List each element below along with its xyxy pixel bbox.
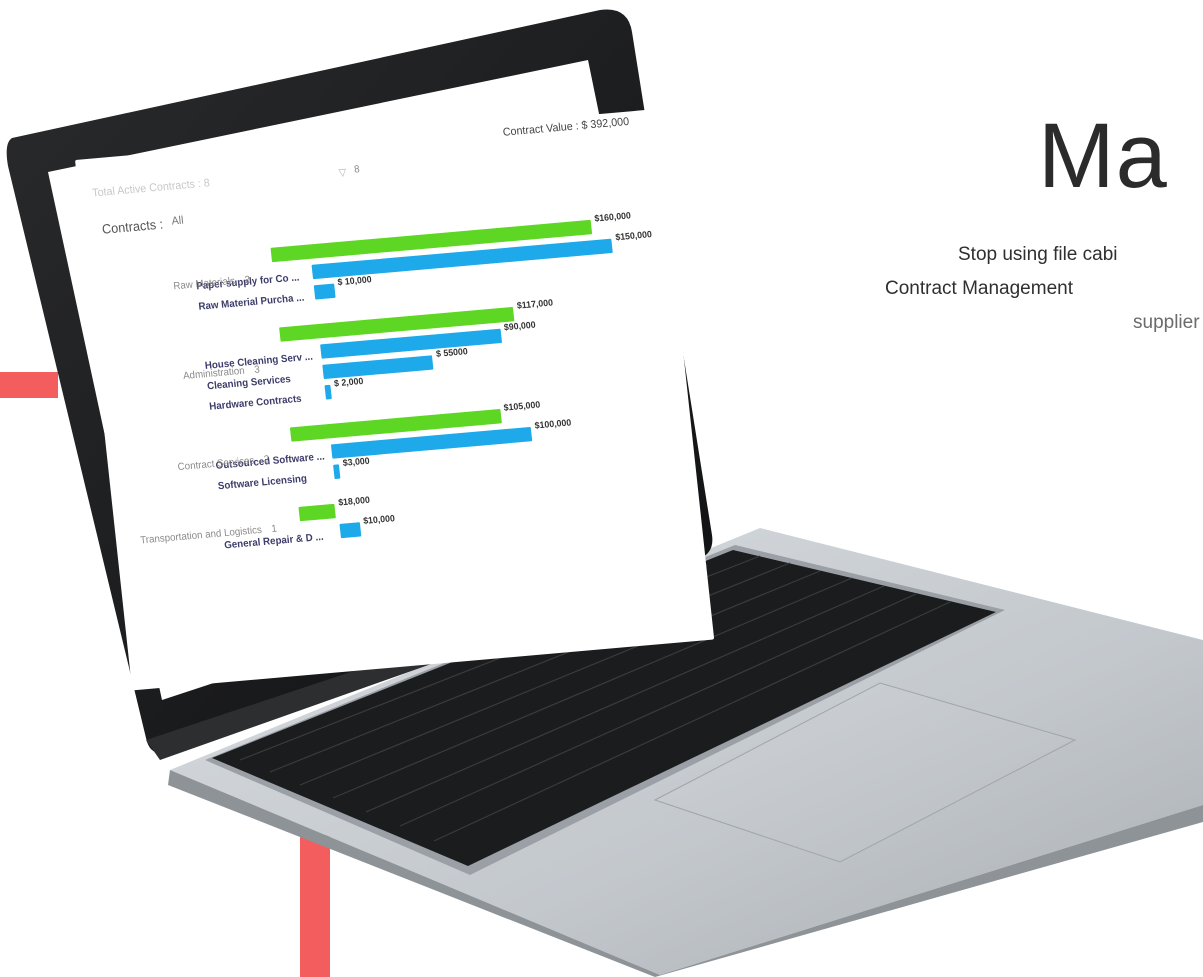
filter-count: 8 [353, 163, 361, 176]
item-bar [333, 464, 341, 480]
category-bar [298, 503, 337, 522]
category-value-label: $18,000 [337, 494, 371, 508]
item-value-label: $ 2,000 [333, 375, 364, 389]
contracts-filter-select[interactable]: All [171, 214, 184, 227]
filter-icon[interactable]: ▽ [338, 167, 347, 179]
category-name: Contract Services [177, 455, 255, 474]
category-value-label: $160,000 [593, 210, 632, 224]
category-count: 2 [244, 274, 251, 287]
item-bar [339, 522, 362, 539]
item-value-label: $90,000 [503, 319, 537, 333]
category-count: 1 [270, 523, 278, 536]
item-bar [324, 384, 332, 400]
item-value-label: $150,000 [614, 228, 653, 243]
item-value-label: $10,000 [362, 512, 396, 526]
item-name: Software Licensing [217, 473, 308, 493]
item-value-label: $3,000 [342, 455, 371, 469]
dashboard-screen: Total Active Contracts : 8 ▽ 8 Contract … [75, 109, 715, 691]
category-name: Raw Materials [172, 275, 236, 293]
item-name: Hardware Contracts [208, 393, 303, 413]
category-count: 2 [263, 453, 271, 466]
item-name: Raw Material Purcha ... [197, 292, 305, 313]
item-value-label: $ 10,000 [336, 274, 373, 288]
contracts-label: Contracts : [101, 216, 164, 237]
total-active-contracts: Total Active Contracts : 8 [91, 177, 211, 200]
category-value-label: $117,000 [516, 297, 554, 311]
item-bar [322, 355, 434, 380]
item-bar [313, 283, 336, 300]
category-value-label: $105,000 [503, 399, 541, 413]
category-count: 3 [253, 364, 261, 376]
item-value-label: $100,000 [534, 417, 572, 431]
item-value-label: $ 55000 [435, 345, 469, 359]
